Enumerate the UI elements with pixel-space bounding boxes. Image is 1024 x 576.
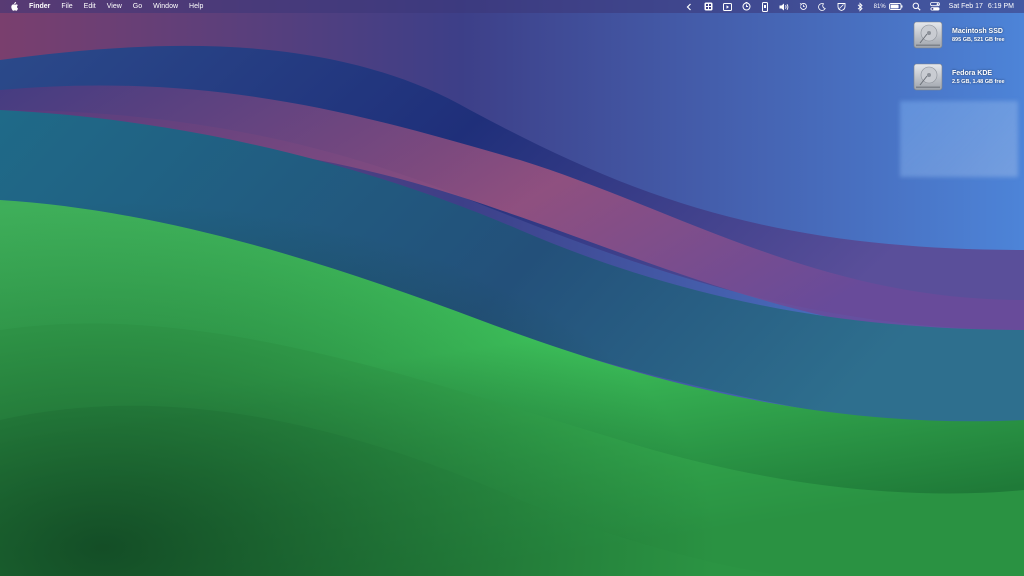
screen-share-icon[interactable] xyxy=(722,0,733,13)
desktop-drive-fedora-kde[interactable]: Fedora KDE 2.5 GB, 1.48 GB free xyxy=(912,61,1005,93)
menu-go[interactable]: Go xyxy=(133,0,142,13)
menu-window[interactable]: Window xyxy=(153,0,178,13)
drive-info: 895 GB, 521 GB free xyxy=(952,36,1005,43)
menu-app-name[interactable]: Finder xyxy=(29,0,50,13)
control-center-icon[interactable] xyxy=(930,0,941,13)
drive-name: Macintosh SSD xyxy=(952,27,1003,35)
clock-outline-icon[interactable] xyxy=(741,0,752,13)
app-grid-icon[interactable] xyxy=(703,0,714,13)
clock-date: Sat Feb 17 xyxy=(948,3,983,10)
menu-bar-clock[interactable]: Sat Feb 17 6:19 PM xyxy=(949,3,1014,10)
desktop-drive-macintosh-ssd[interactable]: Macintosh SSD 895 GB, 521 GB free xyxy=(912,19,1005,51)
desktop-wallpaper xyxy=(0,0,1024,576)
apple-menu-icon[interactable] xyxy=(10,2,18,11)
shield-icon[interactable] xyxy=(836,0,847,13)
chevron-left-icon[interactable] xyxy=(684,0,695,13)
blurred-desktop-item[interactable] xyxy=(900,101,1018,177)
menu-view[interactable]: View xyxy=(107,0,122,13)
volume-icon[interactable] xyxy=(779,0,790,13)
phone-icon[interactable] xyxy=(760,0,771,13)
battery-percent: 81% xyxy=(873,3,886,10)
drive-name: Fedora KDE xyxy=(952,69,993,77)
battery-icon[interactable] xyxy=(888,0,903,13)
search-icon[interactable] xyxy=(911,0,922,13)
menu-edit[interactable]: Edit xyxy=(84,0,96,13)
menu-file[interactable]: File xyxy=(61,0,72,13)
bluetooth-icon[interactable] xyxy=(855,0,866,13)
drive-info: 2.5 GB, 1.48 GB free xyxy=(952,78,1005,85)
hard-drive-icon xyxy=(913,21,943,49)
clock-time: 6:19 PM xyxy=(987,3,1014,10)
moon-icon[interactable] xyxy=(817,0,828,13)
hard-drive-icon xyxy=(913,63,943,91)
history-icon[interactable] xyxy=(798,0,809,13)
menu-bar: Finder File Edit View Go Window Help 81%… xyxy=(0,0,1024,13)
menu-help[interactable]: Help xyxy=(189,0,203,13)
